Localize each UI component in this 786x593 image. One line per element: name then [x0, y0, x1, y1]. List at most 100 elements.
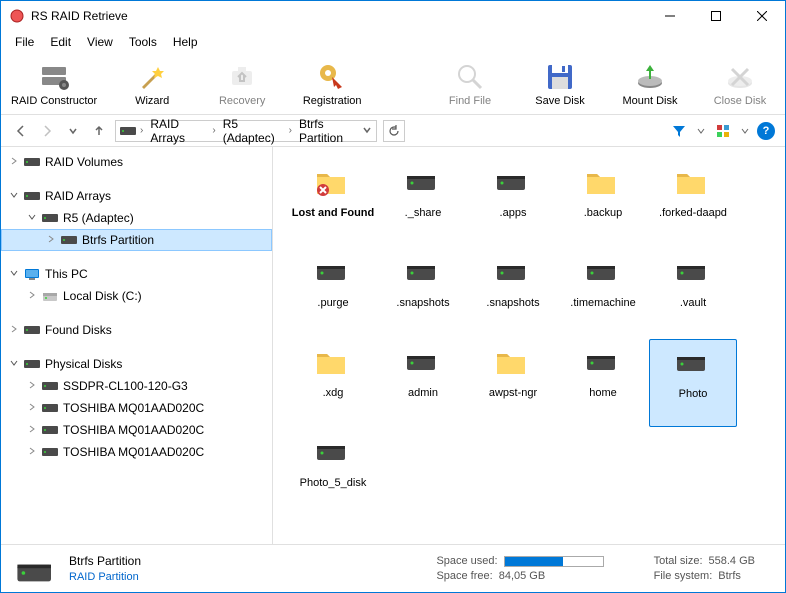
file-item[interactable]: .snapshots: [469, 249, 557, 337]
file-item[interactable]: .xdg: [289, 339, 377, 427]
tree-panel[interactable]: RAID Volumes RAID ArraysR5 (Adaptec)Btrfs…: [1, 147, 273, 544]
file-item[interactable]: .snapshots: [379, 249, 467, 337]
file-system-value: Btrfs: [718, 570, 741, 582]
toolbar-label: RAID Constructor: [11, 95, 97, 107]
tree-item[interactable]: TOSHIBA MQ01AAD020C: [1, 441, 272, 463]
toolbar-raid-button[interactable]: RAID Constructor: [11, 61, 97, 107]
nav-bar: › RAID Arrays › R5 (Adaptec) › Btrfs Par…: [1, 115, 785, 147]
tree-label: Local Disk (C:): [63, 289, 142, 303]
total-size-value: 558.4 GB: [709, 555, 755, 567]
space-used-bar: [504, 556, 604, 567]
menu-view[interactable]: View: [79, 32, 121, 52]
tree-item[interactable]: R5 (Adaptec): [1, 207, 272, 229]
breadcrumb-item[interactable]: R5 (Adaptec): [220, 117, 285, 145]
toolbar-label: Registration: [303, 95, 362, 107]
file-item[interactable]: .vault: [649, 249, 737, 337]
nav-history-dropdown[interactable]: [63, 121, 83, 141]
tree-item[interactable]: TOSHIBA MQ01AAD020C: [1, 397, 272, 419]
chevron-right-icon[interactable]: [27, 402, 41, 415]
file-item[interactable]: .timemachine: [559, 249, 647, 337]
tree-item[interactable]: SSDPR-CL100-120-G3: [1, 375, 272, 397]
refresh-button[interactable]: [383, 120, 405, 142]
chevron-down-icon[interactable]: [9, 190, 23, 203]
close-button[interactable]: [739, 1, 785, 31]
disk-icon: [41, 423, 59, 437]
file-grid[interactable]: Lost and Found._share.apps .backup .forked…: [273, 147, 785, 544]
menu-edit[interactable]: Edit: [42, 32, 79, 52]
disk-icon: [23, 323, 41, 337]
find-icon: [454, 61, 486, 93]
disk-icon: [23, 357, 41, 371]
chevron-right-icon[interactable]: [46, 234, 60, 247]
view-options-button[interactable]: [713, 121, 733, 141]
chevron-right-icon[interactable]: [9, 156, 23, 169]
minimize-button[interactable]: [647, 1, 693, 31]
disk-icon: [23, 155, 41, 169]
toolbar-wizard-button[interactable]: Wizard: [117, 61, 187, 107]
file-item[interactable]: .forked-daapd: [649, 159, 737, 247]
help-button[interactable]: ?: [757, 122, 775, 140]
filter-button[interactable]: [669, 121, 689, 141]
nav-forward-button[interactable]: [37, 121, 57, 141]
file-item[interactable]: Photo_5_disk: [289, 429, 377, 517]
breadcrumb-dropdown[interactable]: [362, 124, 372, 138]
nav-back-button[interactable]: [11, 121, 31, 141]
breadcrumb-item[interactable]: Btrfs Partition: [296, 117, 362, 145]
menu-file[interactable]: File: [7, 32, 42, 52]
file-item[interactable]: .purge: [289, 249, 377, 337]
chevron-down-icon[interactable]: [9, 268, 23, 281]
menu-help[interactable]: Help: [165, 32, 206, 52]
tree-item[interactable]: RAID Arrays: [1, 185, 272, 207]
raid-icon: [38, 61, 70, 93]
chevron-down-icon[interactable]: [27, 212, 41, 225]
toolbar: RAID ConstructorWizardRecoveryRegistrati…: [1, 53, 785, 115]
chevron-right-icon[interactable]: [27, 380, 41, 393]
file-item[interactable]: admin: [379, 339, 467, 427]
disk-icon: [582, 345, 624, 383]
tree-item[interactable]: RAID Volumes: [1, 151, 272, 173]
toolbar-savedisk-button[interactable]: Save Disk: [525, 61, 595, 107]
disk-icon: [492, 255, 534, 293]
menu-tools[interactable]: Tools: [121, 32, 165, 52]
breadcrumb[interactable]: › RAID Arrays › R5 (Adaptec) › Btrfs Par…: [115, 120, 377, 142]
chevron-right-icon[interactable]: [27, 424, 41, 437]
file-item[interactable]: .backup: [559, 159, 647, 247]
nav-up-button[interactable]: [89, 121, 109, 141]
folder-icon: [312, 345, 354, 383]
view-dropdown[interactable]: [741, 121, 749, 141]
chevron-right-icon[interactable]: [9, 324, 23, 337]
toolbar-mountdisk-button[interactable]: Mount Disk: [615, 61, 685, 107]
tree-item[interactable]: This PC: [1, 263, 272, 285]
file-item[interactable]: ._share: [379, 159, 467, 247]
disk-icon: [312, 435, 354, 473]
disk-icon: [312, 255, 354, 293]
closedisk-icon: [724, 61, 756, 93]
file-item[interactable]: home: [559, 339, 647, 427]
file-label: home: [589, 387, 617, 400]
disk-icon: [492, 165, 534, 203]
recovery-icon: [226, 61, 258, 93]
tree-label: SSDPR-CL100-120-G3: [63, 379, 188, 393]
chevron-down-icon[interactable]: [9, 358, 23, 371]
file-item[interactable]: Photo: [649, 339, 737, 427]
file-item[interactable]: awpst-ngr: [469, 339, 557, 427]
chevron-right-icon[interactable]: [27, 446, 41, 459]
file-system-label: File system:: [654, 570, 713, 582]
disk-icon: [41, 445, 59, 459]
tree-item[interactable]: Physical Disks: [1, 353, 272, 375]
file-label: .backup: [584, 207, 623, 220]
disk-icon: [672, 346, 714, 384]
file-item[interactable]: .apps: [469, 159, 557, 247]
menu-bar: File Edit View Tools Help: [1, 31, 785, 53]
chevron-right-icon[interactable]: [27, 290, 41, 303]
toolbar-registration-button[interactable]: Registration: [297, 61, 367, 107]
tree-item[interactable]: Btrfs Partition: [1, 229, 272, 251]
tree-item[interactable]: Local Disk (C:): [1, 285, 272, 307]
tree-item[interactable]: TOSHIBA MQ01AAD020C: [1, 419, 272, 441]
file-item[interactable]: Lost and Found: [289, 159, 377, 247]
maximize-button[interactable]: [693, 1, 739, 31]
filter-dropdown[interactable]: [697, 121, 705, 141]
tree-item[interactable]: Found Disks: [1, 319, 272, 341]
breadcrumb-item[interactable]: RAID Arrays: [147, 117, 208, 145]
disk-icon: [41, 401, 59, 415]
